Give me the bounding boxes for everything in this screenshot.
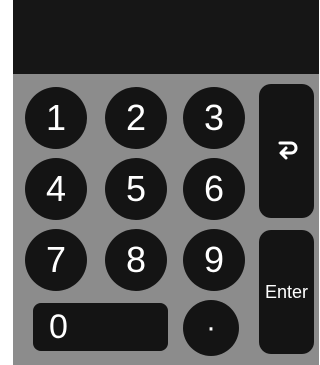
enter-button[interactable]: Enter <box>259 230 314 354</box>
key-1[interactable]: 1 <box>25 87 87 149</box>
key-decimal[interactable]: · <box>183 300 239 356</box>
keypad-display <box>13 0 319 74</box>
key-9[interactable]: 9 <box>183 229 245 291</box>
return-arrow-icon <box>274 136 300 166</box>
key-3[interactable]: 3 <box>183 87 245 149</box>
key-0[interactable]: 0 <box>33 303 168 351</box>
key-5[interactable]: 5 <box>105 158 167 220</box>
key-8[interactable]: 8 <box>105 229 167 291</box>
key-7[interactable]: 7 <box>25 229 87 291</box>
key-4[interactable]: 4 <box>25 158 87 220</box>
numeric-keypad: 1 2 3 4 5 6 7 8 9 0 · Enter <box>13 0 319 365</box>
backspace-button[interactable] <box>259 84 314 218</box>
key-2[interactable]: 2 <box>105 87 167 149</box>
enter-label: Enter <box>264 282 309 302</box>
key-6[interactable]: 6 <box>183 158 245 220</box>
